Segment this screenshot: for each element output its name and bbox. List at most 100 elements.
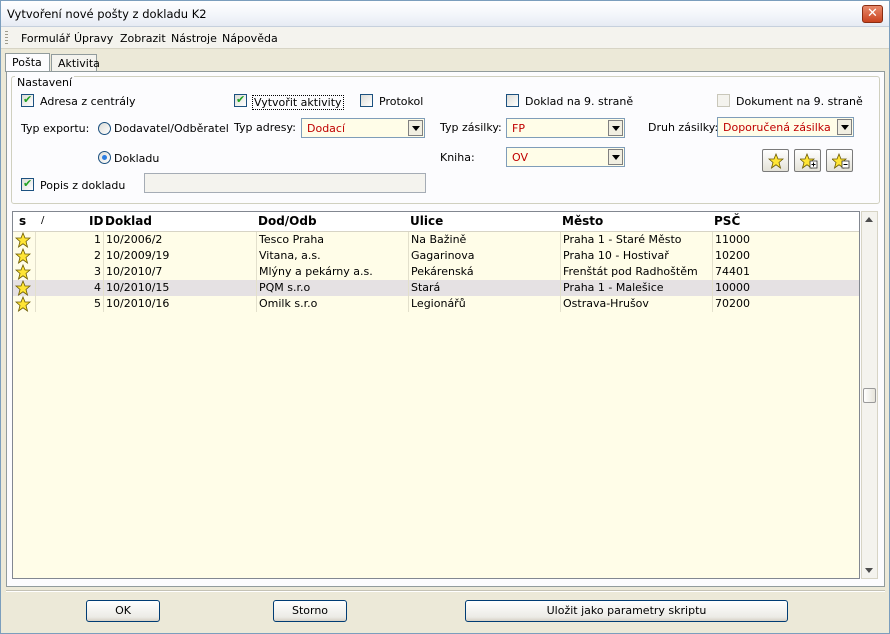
druh-zasilky-value: Doporučená zásilka xyxy=(723,121,831,134)
column-separator xyxy=(35,248,36,264)
tab-aktivita[interactable]: Aktivita xyxy=(51,54,100,72)
kniha-select[interactable]: OV xyxy=(506,147,625,167)
column-separator xyxy=(256,280,257,296)
table-row[interactable]: 2 10/2009/19 Vitana, a.s. Gagarinova Praha 1… xyxy=(13,247,859,264)
cell-dod: PQM s.r.o xyxy=(259,281,311,294)
grid-scrollbar[interactable] xyxy=(861,211,878,579)
radio-dodavatel-odberatel[interactable] xyxy=(98,122,111,135)
vytvorit-aktivity-checkbox[interactable] xyxy=(234,93,247,107)
cell-id: 5 xyxy=(94,297,101,310)
cell-doklad: 10/2009/19 xyxy=(106,249,170,262)
column-separator xyxy=(408,264,409,280)
column-separator xyxy=(35,296,36,312)
column-separator xyxy=(256,296,257,312)
cell-mesto: Praha 1 - Malešice xyxy=(563,281,664,294)
popis-z-dokladu-input[interactable] xyxy=(144,173,426,193)
cell-id: 4 xyxy=(94,281,101,294)
star-minus-icon xyxy=(832,153,850,169)
cell-mesto: Praha 1 - Staré Město xyxy=(563,233,682,246)
typ-zasilky-select[interactable]: FP xyxy=(506,118,625,138)
menu-zobrazit[interactable]: Zobrazit xyxy=(120,32,166,45)
menu-bar: Formulář Úpravy Zobrazit Nástroje Nápově… xyxy=(1,27,889,49)
save-as-script-params-button[interactable]: Uložit jako parametry skriptu xyxy=(465,600,788,622)
column-separator xyxy=(103,232,104,248)
chevron-down-icon[interactable] xyxy=(837,119,852,135)
star-add-button[interactable] xyxy=(794,149,821,172)
col-header-sort[interactable]: / xyxy=(41,215,44,226)
settings-legend: Nastavení xyxy=(15,76,75,89)
chevron-down-icon[interactable] xyxy=(408,120,423,136)
chevron-down-icon[interactable] xyxy=(608,149,623,165)
scroll-thumb[interactable] xyxy=(863,388,876,403)
popis-z-dokladu-label: Popis z dokladu xyxy=(40,179,126,192)
cell-ulice: Na Bažině xyxy=(411,233,467,246)
column-separator xyxy=(408,232,409,248)
table-row[interactable]: 1 10/2006/2 Tesco Praha Na Bažině Praha 1 - … xyxy=(13,231,859,248)
scroll-down-icon[interactable] xyxy=(865,568,873,573)
col-header-s[interactable]: s xyxy=(19,214,26,228)
menu-upravy[interactable]: Úpravy xyxy=(74,32,113,45)
close-button[interactable]: ✕ xyxy=(862,5,883,23)
protokol-checkbox[interactable] xyxy=(360,94,373,107)
cell-ulice: Legionářů xyxy=(411,297,466,310)
doklad-na-9-strane-checkbox[interactable] xyxy=(506,94,519,107)
cell-id: 3 xyxy=(94,265,101,278)
column-separator xyxy=(712,248,713,264)
menu-napoveda[interactable]: Nápověda xyxy=(222,32,278,45)
col-header-mesto[interactable]: Město xyxy=(562,214,603,228)
col-header-doklad[interactable]: Doklad xyxy=(105,214,152,228)
cell-psc: 74401 xyxy=(715,265,750,278)
cell-doklad: 10/2010/7 xyxy=(106,265,163,278)
protokol-label: Protokol xyxy=(379,95,424,108)
column-separator xyxy=(35,232,36,248)
cell-ulice: Stará xyxy=(411,281,441,294)
scroll-up-icon[interactable] xyxy=(865,217,873,222)
column-separator xyxy=(712,264,713,280)
table-row[interactable]: 3 10/2010/7 Mlýny a pekárny a.s. Pekárenská… xyxy=(13,263,859,280)
dialog-window: Vytvoření nové pošty z dokladu K2 ✕ Form… xyxy=(0,0,890,634)
typ-zasilky-label: Typ zásilky: xyxy=(440,121,502,134)
column-separator xyxy=(560,248,561,264)
col-header-id[interactable]: ID xyxy=(89,214,103,228)
star-icon xyxy=(768,153,784,169)
column-separator xyxy=(103,280,104,296)
star-button[interactable] xyxy=(762,149,789,172)
cell-ulice: Pekárenská xyxy=(411,265,474,278)
col-header-dod-odb[interactable]: Dod/Odb xyxy=(258,214,317,228)
column-separator xyxy=(560,296,561,312)
col-header-ulice[interactable]: Ulice xyxy=(410,214,443,228)
typ-adresy-value: Dodací xyxy=(307,122,346,135)
menu-formular[interactable]: Formulář xyxy=(21,32,70,45)
col-header-psc[interactable]: PSČ xyxy=(714,214,740,228)
column-separator xyxy=(408,280,409,296)
table-row[interactable]: 4 10/2010/15 PQM s.r.o Stará Praha 1 - Maleš… xyxy=(13,279,859,296)
storno-button[interactable]: Storno xyxy=(273,600,347,622)
ok-button[interactable]: OK xyxy=(86,600,160,622)
chevron-down-icon[interactable] xyxy=(608,120,623,136)
tab-posta[interactable]: Pošta xyxy=(5,53,50,72)
dokument-na-9-strane-checkbox[interactable] xyxy=(717,94,730,107)
column-separator xyxy=(712,280,713,296)
adresa-z-centraly-label: Adresa z centrály xyxy=(40,95,136,108)
radio-dokladu[interactable] xyxy=(98,151,111,164)
adresa-z-centraly-checkbox[interactable] xyxy=(21,93,34,107)
cell-mesto: Praha 10 - Hostivař xyxy=(563,249,669,262)
column-separator xyxy=(408,296,409,312)
column-separator xyxy=(103,264,104,280)
column-separator xyxy=(256,248,257,264)
typ-adresy-label: Typ adresy: xyxy=(234,121,296,134)
menu-nastroje[interactable]: Nástroje xyxy=(171,32,217,45)
kniha-value: OV xyxy=(512,151,528,164)
cell-dod: Mlýny a pekárny a.s. xyxy=(259,265,373,278)
typ-adresy-select[interactable]: Dodací xyxy=(301,118,425,138)
table-row[interactable]: 5 10/2010/16 Omilk s.r.o Legionářů Ostrava-H… xyxy=(13,295,859,312)
documents-grid: s / ID Doklad Dod/Odb Ulice Město PSČ 11… xyxy=(12,211,860,579)
cell-psc: 10200 xyxy=(715,249,750,262)
druh-zasilky-select[interactable]: Doporučená zásilka xyxy=(717,117,854,137)
cell-dod: Vitana, a.s. xyxy=(259,249,321,262)
cell-psc: 11000 xyxy=(715,233,750,246)
doklad-na-9-strane-label: Doklad na 9. straně xyxy=(525,95,634,108)
star-remove-button[interactable] xyxy=(826,149,853,172)
popis-z-dokladu-checkbox[interactable] xyxy=(21,177,34,191)
column-separator xyxy=(103,296,104,312)
